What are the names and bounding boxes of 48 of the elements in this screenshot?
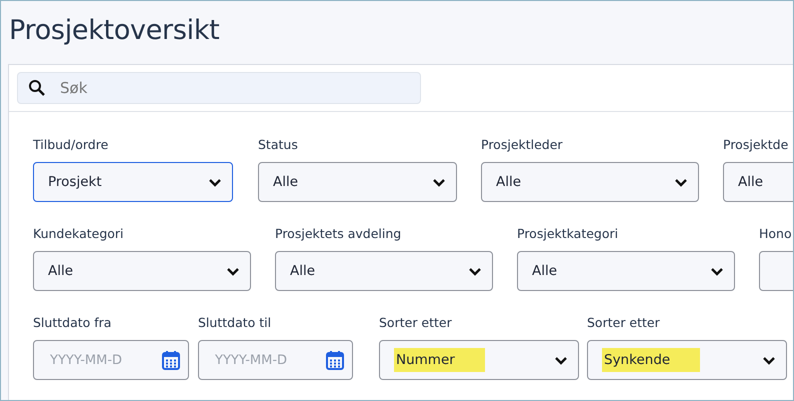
selected-value: Alle [273, 174, 298, 190]
chevron-down-icon [468, 266, 482, 276]
search-icon [28, 79, 46, 97]
dropdown-select[interactable]: Synkende [587, 340, 787, 380]
selected-value: Alle [738, 174, 764, 190]
page-title: Prosjektoversikt [9, 14, 220, 48]
dropdown-select[interactable]: Alle [275, 251, 493, 291]
field-label: Prosjektleder [481, 136, 564, 153]
date-input[interactable]: YYYY-MM-D [213, 352, 313, 368]
dropdown-select[interactable]: Alle [258, 162, 457, 202]
chevron-down-icon [432, 178, 446, 186]
dropdown-select[interactable]: Alle [481, 162, 699, 202]
dropdown-select[interactable]: Nummer [379, 340, 579, 380]
field-label: Sluttdato fra [33, 314, 112, 331]
chevron-down-icon [226, 266, 240, 276]
field-label: Status [258, 136, 299, 153]
chevron-down-icon [554, 356, 568, 364]
dropdown-select[interactable]: Alle [723, 162, 793, 202]
highlighted-value: Nummer [394, 348, 485, 372]
chevron-down-icon [208, 178, 222, 186]
dropdown-select[interactable]: Alle [33, 251, 251, 291]
search-field[interactable]: Søk [17, 72, 421, 104]
selected-value: Alle [48, 263, 74, 279]
selected-value: Alle [496, 174, 522, 190]
selected-value: Alle [290, 263, 316, 279]
date-field[interactable]: YYYY-MM-D [198, 340, 353, 380]
highlighted-value: Synkende [602, 348, 700, 372]
search-input[interactable]: Søk [58, 78, 362, 98]
field-label: Sorter etter [587, 314, 661, 331]
dropdown-select[interactable]: Alle [517, 251, 735, 291]
field-label: Prosjektets avdeling [275, 225, 402, 242]
field-label: Kundekategori [33, 225, 125, 242]
field-label: Sluttdato til [198, 314, 272, 331]
date-input[interactable]: YYYY-MM-D [48, 352, 148, 368]
date-field[interactable]: YYYY-MM-D [33, 340, 189, 380]
chevron-down-icon [674, 178, 688, 186]
selected-value: Prosjekt [48, 174, 102, 190]
calendar-icon[interactable] [162, 350, 180, 370]
calendar-icon[interactable] [326, 350, 344, 370]
field-label: Prosjektkategori [517, 225, 620, 242]
chevron-down-icon [762, 356, 776, 364]
selected-value: Alle [532, 263, 558, 279]
field-label: Prosjektde [723, 136, 790, 153]
field-label: Hono [759, 225, 793, 242]
field-label: Tilbud/ordre [33, 136, 110, 153]
dropdown-select[interactable]: Prosjekt [33, 162, 233, 202]
field-label: Sorter etter [379, 314, 453, 331]
chevron-down-icon [710, 266, 724, 276]
